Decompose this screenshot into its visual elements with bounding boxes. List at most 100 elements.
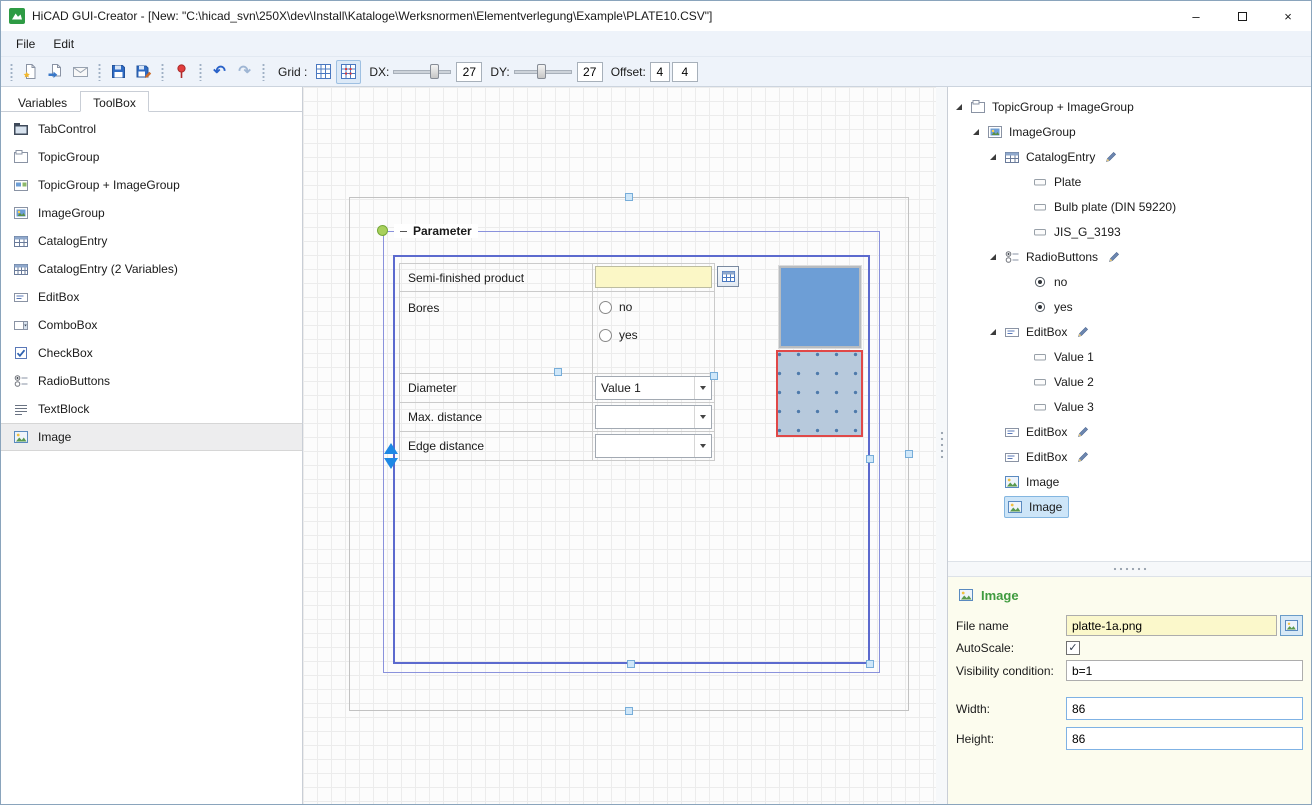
image-plate-solid[interactable]	[779, 266, 861, 348]
dx-input[interactable]	[456, 62, 482, 82]
expander-icon[interactable]	[971, 127, 987, 137]
tree-item-image-2[interactable]: Image	[948, 494, 1311, 519]
design-canvas[interactable]: Parameter Semi-finished product Bores no…	[303, 87, 936, 804]
expander-icon[interactable]	[988, 152, 1004, 162]
toolbar-grip[interactable]	[97, 63, 102, 81]
tree-item-image-1[interactable]: Image	[948, 469, 1311, 494]
edit-pencil-icon[interactable]	[1076, 325, 1090, 339]
toolbar-grip[interactable]	[198, 63, 203, 81]
toolbox-item-textblock[interactable]: TextBlock	[1, 395, 302, 423]
tree-item-editbox-1[interactable]: EditBox	[948, 319, 1311, 344]
open-file-button[interactable]	[43, 60, 68, 84]
file-name-input[interactable]	[1066, 615, 1277, 636]
width-input[interactable]	[1066, 697, 1303, 720]
save-as-button[interactable]	[131, 60, 156, 84]
radio-icon[interactable]	[599, 301, 612, 314]
tree-item-catalogentry[interactable]: CatalogEntry	[948, 144, 1311, 169]
expander-icon[interactable]	[988, 252, 1004, 262]
image-plate-bores-selected[interactable]	[776, 350, 863, 437]
tree-item-bulb-plate[interactable]: Bulb plate (DIN 59220)	[948, 194, 1311, 219]
toolbox-item-catalogentry[interactable]: CatalogEntry	[1, 227, 302, 255]
dy-slider[interactable]	[514, 63, 572, 81]
tree-item-editbox-2[interactable]: EditBox	[948, 419, 1311, 444]
resize-handle[interactable]	[627, 660, 635, 668]
tab-toolbox[interactable]: ToolBox	[80, 91, 149, 112]
radio-icon[interactable]	[599, 329, 612, 342]
tree-item-no[interactable]: no	[948, 269, 1311, 294]
maximize-button[interactable]	[1219, 1, 1265, 31]
diameter-combobox[interactable]: Value 1	[595, 376, 712, 400]
dropdown-button[interactable]	[694, 406, 711, 428]
tree-item-editbox-3[interactable]: EditBox	[948, 444, 1311, 469]
move-handle[interactable]	[377, 225, 388, 236]
minimize-button[interactable]: –	[1173, 1, 1219, 31]
toolbox-item-radiobuttons[interactable]: RadioButtons	[1, 367, 302, 395]
dy-input[interactable]	[577, 62, 603, 82]
offset-y-input[interactable]	[672, 62, 698, 82]
save-button[interactable]	[106, 60, 131, 84]
tree-item-yes[interactable]: yes	[948, 294, 1311, 319]
visibility-input[interactable]	[1066, 660, 1303, 681]
autoscale-checkbox[interactable]: ✓	[1066, 641, 1080, 655]
resize-handle[interactable]	[554, 368, 562, 376]
toolbox-item-topicgroup-imagegroup[interactable]: TopicGroup + ImageGroup	[1, 171, 302, 199]
menu-file[interactable]: File	[7, 34, 44, 54]
resize-handle[interactable]	[866, 660, 874, 668]
redo-button[interactable]: ↷	[232, 60, 257, 84]
toolbar-grip[interactable]	[160, 63, 165, 81]
radio-option-no[interactable]: no	[599, 300, 714, 314]
radio-option-yes[interactable]: yes	[599, 328, 714, 342]
dropdown-button[interactable]	[694, 377, 711, 399]
tree-item-imagegroup[interactable]: ImageGroup	[948, 119, 1311, 144]
toolbox-item-topicgroup[interactable]: TopicGroup	[1, 143, 302, 171]
resize-handle[interactable]	[866, 455, 874, 463]
tree-item-value-2[interactable]: Value 2	[948, 369, 1311, 394]
expander-icon[interactable]	[988, 327, 1004, 337]
edit-pencil-icon[interactable]	[1104, 150, 1118, 164]
resize-handle[interactable]	[625, 193, 633, 201]
new-file-button[interactable]	[18, 60, 43, 84]
edit-pencil-icon[interactable]	[1076, 425, 1090, 439]
toolbox-item-image[interactable]: Image	[1, 423, 302, 451]
tree-item-value-1[interactable]: Value 1	[948, 344, 1311, 369]
edge-distance-combobox[interactable]	[595, 434, 712, 458]
pin-button[interactable]	[169, 60, 194, 84]
resize-handle[interactable]	[905, 450, 913, 458]
toolbar-grip[interactable]	[261, 63, 266, 81]
reorder-down-arrow[interactable]	[384, 458, 398, 469]
dx-slider-thumb[interactable]	[430, 64, 439, 79]
tree-selected-item[interactable]: Image	[1004, 496, 1069, 518]
vertical-splitter[interactable]	[936, 87, 948, 804]
reorder-up-arrow[interactable]	[384, 443, 398, 454]
snap-grid-button[interactable]	[336, 60, 361, 84]
tree-item-value-3[interactable]: Value 3	[948, 394, 1311, 419]
tab-variables[interactable]: Variables	[5, 91, 80, 112]
toolbox-item-editbox[interactable]: EditBox	[1, 283, 302, 311]
dx-slider[interactable]	[393, 63, 451, 81]
grid-toggle-button[interactable]	[311, 60, 336, 84]
edit-pencil-icon[interactable]	[1107, 250, 1121, 264]
dropdown-button[interactable]	[694, 435, 711, 457]
offset-x-input[interactable]	[650, 62, 670, 82]
tree-item-radiobuttons[interactable]: RadioButtons	[948, 244, 1311, 269]
resize-handle[interactable]	[625, 707, 633, 715]
edit-pencil-icon[interactable]	[1076, 450, 1090, 464]
toolbox-item-combobox[interactable]: ComboBox	[1, 311, 302, 339]
resize-handle[interactable]	[710, 372, 718, 380]
import-button[interactable]	[68, 60, 93, 84]
expander-icon[interactable]	[954, 102, 970, 112]
browse-image-button[interactable]	[1280, 615, 1303, 636]
close-button[interactable]: ×	[1265, 1, 1311, 31]
toolbox-item-checkbox[interactable]: CheckBox	[1, 339, 302, 367]
toolbox-item-imagegroup[interactable]: ImageGroup	[1, 199, 302, 227]
semi-finished-editbox[interactable]	[595, 266, 712, 288]
tree-item-topicgroup-imagegroup[interactable]: TopicGroup + ImageGroup	[948, 94, 1311, 119]
toolbox-item-tabcontrol[interactable]: TabControl	[1, 115, 302, 143]
menu-edit[interactable]: Edit	[44, 34, 83, 54]
tree-item-jis-g-3193[interactable]: JIS_G_3193	[948, 219, 1311, 244]
horizontal-splitter[interactable]	[948, 561, 1311, 577]
undo-button[interactable]: ↶	[207, 60, 232, 84]
height-input[interactable]	[1066, 727, 1303, 750]
tree-item-plate[interactable]: Plate	[948, 169, 1311, 194]
dy-slider-thumb[interactable]	[537, 64, 546, 79]
